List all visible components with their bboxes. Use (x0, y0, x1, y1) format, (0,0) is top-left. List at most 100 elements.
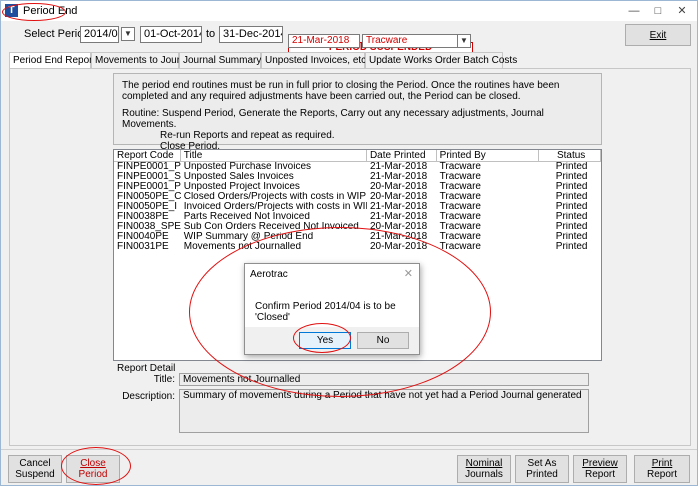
nominal-label-2: Journals (465, 469, 503, 480)
cell-title: Invoiced Orders/Projects with costs in W… (183, 202, 367, 212)
nominal-label-1: Nominal (465, 458, 503, 469)
cell-report-code: FIN0050PE_C (117, 192, 181, 202)
cell-title: Unposted Purchase Invoices (183, 162, 312, 172)
cell-date-printed: 21-Mar-2018 (369, 162, 428, 172)
col-report-code[interactable]: Report Code (114, 150, 181, 161)
cancel-suspend-label-2: Suspend (15, 469, 55, 480)
col-status[interactable]: Status (539, 150, 601, 161)
cell-status: Printed (555, 182, 588, 192)
cell-status: Printed (555, 192, 588, 202)
footer-bar: Cancel Suspend Close Period Nominal Journal… (1, 449, 697, 485)
print-report-button[interactable]: Print Report (634, 455, 690, 483)
col-printed-by[interactable]: Printed By (437, 150, 540, 161)
status-date: 21-Mar-2018 (288, 34, 360, 48)
title-label: Title: (153, 374, 175, 385)
cell-date-printed: 21-Mar-2018 (369, 212, 428, 222)
maximize-icon[interactable]: □ (649, 3, 667, 19)
tab-update-works-order[interactable]: Update Works Order Batch Costs (365, 52, 517, 68)
cell-printed-by: Tracware (439, 212, 481, 222)
period-dropdown-icon[interactable]: ▼ (121, 27, 135, 41)
tab-journal-summary[interactable]: Journal Summary (179, 52, 261, 68)
close-period-label-1: Close (80, 458, 106, 469)
yes-button[interactable]: Yes (299, 332, 351, 349)
print-label-1: Print (651, 458, 673, 469)
tab-movements-to-journal[interactable]: Movements to Journal (91, 52, 193, 68)
dialog-close-icon[interactable]: ✕ (404, 267, 413, 280)
nominal-journals-button[interactable]: Nominal Journals (457, 455, 511, 483)
setas-label-1: Set As (527, 458, 557, 469)
description-value: Summary of movements during a Period tha… (179, 389, 589, 433)
cell-printed-by: Tracware (439, 162, 481, 172)
close-period-button[interactable]: Close Period (66, 455, 120, 483)
cell-printed-by: Tracware (439, 202, 481, 212)
cell-report-code: FINPE0001_PI (117, 162, 181, 172)
description-label: Description: (122, 391, 175, 402)
table-row[interactable]: FINPE0001_SI Unposted Sales Invoices 21-Ma… (114, 172, 601, 182)
cell-date-printed: 21-Mar-2018 (369, 232, 428, 242)
period-end-reports-panel: The period end routines must be run in f… (9, 68, 691, 446)
cell-printed-by: Tracware (439, 192, 481, 202)
cell-report-code: FIN0038_SPE (117, 222, 181, 232)
set-as-printed-button[interactable]: Set As Printed (515, 455, 569, 483)
exit-button[interactable]: Exit (625, 24, 691, 46)
routine-line-2: Re-run Reports and repeat as required. (160, 130, 335, 141)
table-row[interactable]: FIN0050PE_C Closed Orders/Projects with c… (114, 192, 601, 202)
col-title[interactable]: Title (181, 150, 367, 161)
preview-label-1: Preview (582, 458, 618, 469)
close-icon[interactable]: ✕ (673, 3, 691, 19)
cell-date-printed: 20-Mar-2018 (369, 182, 428, 192)
cell-report-code: FIN0038PE (117, 212, 169, 222)
close-period-label-2: Period (78, 469, 108, 480)
cell-printed-by: Tracware (439, 232, 481, 242)
cancel-suspend-button[interactable]: Cancel Suspend (8, 455, 62, 483)
cell-report-code: FINPE0001_Pr (117, 182, 181, 192)
routine-line-1: Routine: Suspend Period, Generate the Re… (122, 108, 544, 130)
cell-printed-by: Tracware (439, 222, 481, 232)
cell-status: Printed (555, 162, 588, 172)
cell-status: Printed (555, 202, 588, 212)
grid-header: Report Code Title Date Printed Printed B… (114, 150, 601, 162)
cancel-suspend-label-1: Cancel (19, 458, 51, 469)
cell-title: WIP Summary @ Period End (183, 232, 314, 242)
status-user: Tracware (362, 34, 458, 48)
preview-label-2: Report (584, 469, 615, 480)
table-row[interactable]: FINPE0001_PI Unposted Purchase Invoices 21… (114, 162, 601, 172)
col-date-printed[interactable]: Date Printed (367, 150, 437, 161)
table-row[interactable]: FIN0038PE Parts Received Not Invoiced 21-M… (114, 212, 601, 222)
tab-unposted-invoices[interactable]: Unposted Invoices, etc. (261, 52, 369, 68)
exit-label: Exit (649, 29, 667, 41)
title-value: Movements not Journalled (179, 373, 589, 386)
cell-status: Printed (555, 232, 588, 242)
tab-period-end-reports[interactable]: Period End Reports (9, 52, 100, 69)
table-row[interactable]: FIN0050PE_I Invoiced Orders/Projects with… (114, 202, 601, 212)
minimize-icon[interactable]: — (625, 3, 643, 19)
table-row[interactable]: FINPE0001_Pr Unposted Project Invoices 20-… (114, 182, 601, 192)
table-row[interactable]: FIN0040PE WIP Summary @ Period End 21-Mar-… (114, 232, 601, 242)
cell-date-printed: 20-Mar-2018 (369, 192, 428, 202)
user-dropdown-icon[interactable]: ▼ (457, 34, 471, 48)
cell-date-printed: 20-Mar-2018 (369, 242, 428, 252)
period-end-window: T Period End — □ ✕ Select Period: 2014/0… (0, 0, 698, 486)
no-button[interactable]: No (357, 332, 409, 349)
cell-title: Closed Orders/Projects with costs in WIP (183, 192, 367, 202)
table-row[interactable]: FIN0038_SPE Sub Con Orders Received Not I… (114, 222, 601, 232)
period-field[interactable]: 2014/04 (80, 26, 119, 43)
report-detail-heading: Report Detail (117, 363, 176, 374)
print-label-2: Report (646, 469, 677, 480)
cell-title: Sub Con Orders Received Not Invoiced (183, 222, 359, 232)
cell-printed-by: Tracware (439, 172, 481, 182)
title-bar: T Period End — □ ✕ (1, 1, 697, 21)
cell-report-code: FINPE0001_SI (117, 172, 181, 182)
preview-report-button[interactable]: Preview Report (573, 455, 627, 483)
to-date-field[interactable]: 31-Dec-2014 (219, 26, 283, 43)
cell-date-printed: 20-Mar-2018 (369, 222, 428, 232)
cell-title: Unposted Project Invoices (183, 182, 300, 192)
table-row[interactable]: FIN0031PE Movements not Journalled 20-Mar-… (114, 242, 601, 252)
app-icon: T (5, 4, 18, 17)
cell-printed-by: Tracware (439, 242, 481, 252)
from-date-field[interactable]: 01-Oct-2014 (140, 26, 202, 43)
cell-report-code: FIN0040PE (117, 232, 169, 242)
cell-printed-by: Tracware (439, 182, 481, 192)
cell-status: Printed (555, 242, 588, 252)
cell-report-code: FIN0031PE (117, 242, 169, 252)
